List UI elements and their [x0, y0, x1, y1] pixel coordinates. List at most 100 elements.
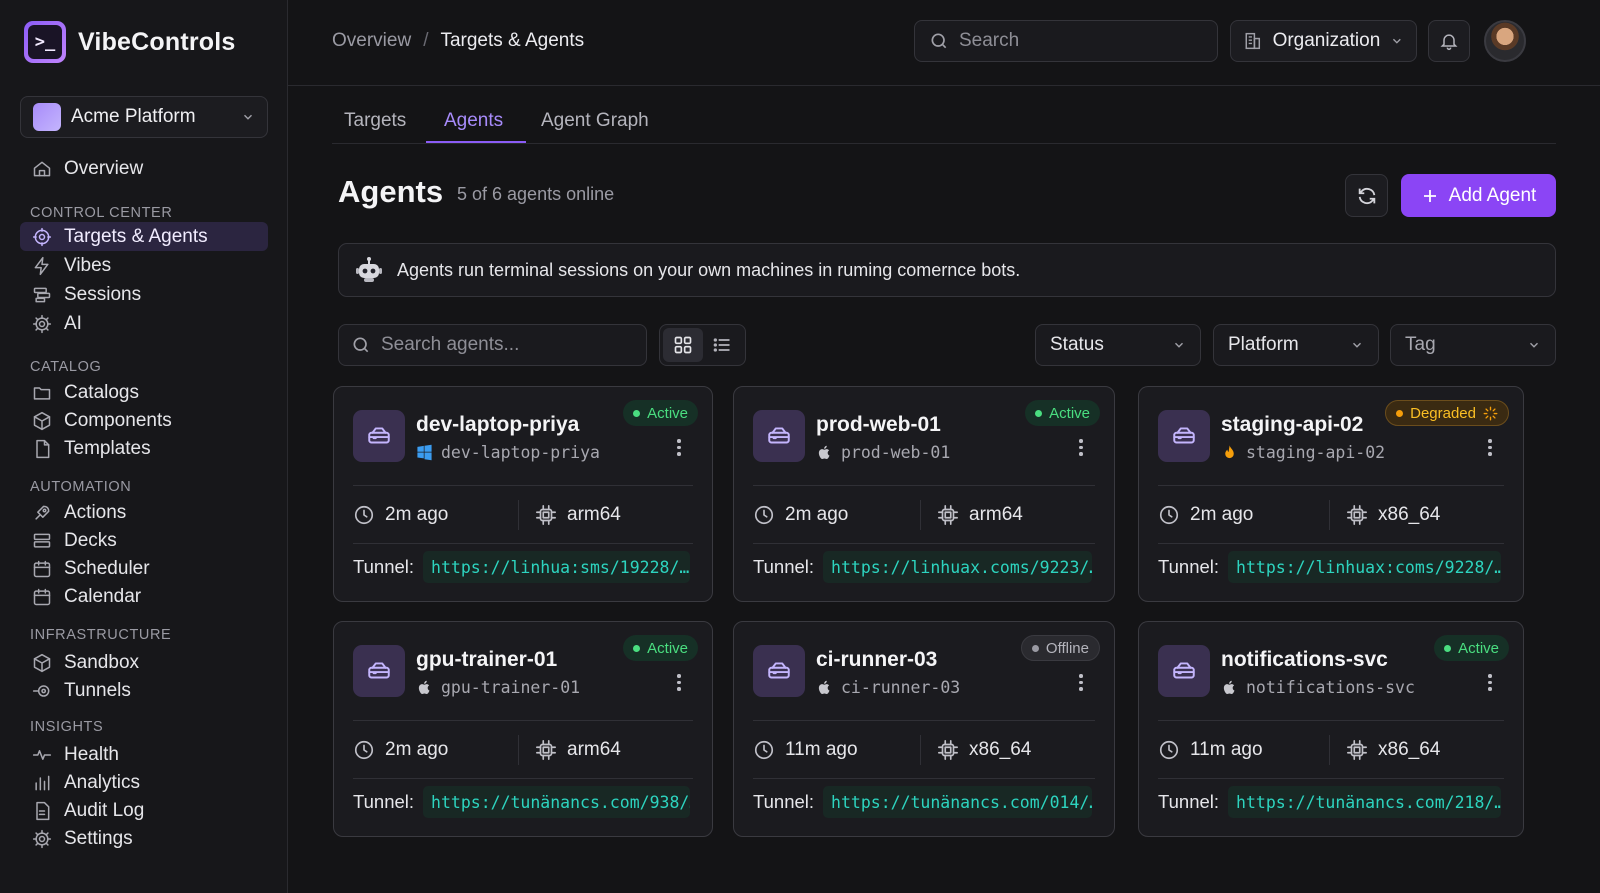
user-avatar[interactable]: [1484, 20, 1526, 62]
tunnel-url-link[interactable]: https://linhua:sms/19228/…: [423, 551, 691, 583]
notifications-button[interactable]: [1428, 20, 1470, 62]
folder-icon: [33, 386, 51, 400]
status-label: Active: [1049, 404, 1090, 422]
card-divider: [753, 778, 1095, 779]
tab-agents[interactable]: Agents: [444, 110, 503, 132]
add-agent-button[interactable]: Add Agent: [1401, 174, 1556, 217]
refresh-icon: [1358, 187, 1375, 204]
meta-divider: [920, 735, 921, 765]
sidebar-item-overview[interactable]: Overview: [20, 154, 268, 183]
sidebar-item-label: Templates: [64, 437, 151, 459]
workspace-switcher[interactable]: Acme Platform: [20, 96, 268, 138]
agent-card[interactable]: prod-web-01 prod-web-01 Active 2m ago ar…: [733, 386, 1115, 602]
cpu-icon: [938, 740, 958, 760]
agent-name[interactable]: gpu-trainer-01: [416, 648, 557, 672]
sidebar-item-scheduler[interactable]: Scheduler: [20, 554, 268, 583]
tunnel-url-link[interactable]: https://tunänancs.com/938/…: [423, 786, 691, 818]
agent-host: prod-web-01: [816, 443, 950, 462]
status-filter[interactable]: Status: [1035, 324, 1201, 366]
sidebar-item-sessions[interactable]: Sessions: [20, 280, 268, 309]
agent-card[interactable]: ci-runner-03 ci-runner-03 Offline 11m ag…: [733, 621, 1115, 837]
agent-card[interactable]: gpu-trainer-01 gpu-trainer-01 Active 2m …: [333, 621, 713, 837]
sidebar-item-decks[interactable]: Decks: [20, 526, 268, 555]
status-label: Active: [647, 404, 688, 422]
agent-name[interactable]: staging-api-02: [1221, 413, 1363, 437]
agent-hostname: dev-laptop-priya: [441, 443, 600, 462]
more-options-button[interactable]: [1487, 439, 1493, 456]
agent-hostname: gpu-trainer-01: [441, 678, 581, 697]
breadcrumb-overview[interactable]: Overview: [332, 30, 411, 52]
info-banner: Agents run terminal sessions on your own…: [338, 243, 1556, 297]
server-icon: [368, 427, 390, 444]
sidebar-item-calendar[interactable]: Calendar: [20, 582, 268, 611]
sidebar-item-sandbox[interactable]: Sandbox: [20, 648, 268, 677]
clock-icon: [754, 505, 774, 525]
more-options-button[interactable]: [1078, 439, 1084, 456]
sidebar-item-analytics[interactable]: Analytics: [20, 768, 268, 797]
agent-name[interactable]: dev-laptop-priya: [416, 413, 579, 437]
last-seen-value: 11m ago: [1190, 739, 1263, 760]
sidebar: >_ VibeControls Acme Platform Overview CO…: [0, 0, 288, 893]
more-options-button[interactable]: [1487, 674, 1493, 691]
tunnel-url-link[interactable]: https://tunänancs.com/014/…: [823, 786, 1093, 818]
sidebar-item-templates[interactable]: Templates: [20, 434, 268, 463]
agent-name[interactable]: ci-runner-03: [816, 648, 937, 672]
more-options-button[interactable]: [676, 674, 682, 691]
sidebar-item-catalogs[interactable]: Catalogs: [20, 378, 268, 407]
agent-host: staging-api-02: [1221, 443, 1385, 462]
sidebar-item-targets-agents[interactable]: Targets & Agents: [20, 222, 268, 251]
sidebar-item-label: Targets & Agents: [64, 225, 208, 247]
sidebar-item-health[interactable]: Health: [20, 740, 268, 769]
gear-icon-wrap: [32, 314, 52, 334]
agent-avatar: [1158, 645, 1210, 697]
robot-icon: [356, 257, 382, 282]
sidebar-item-label: Audit Log: [64, 799, 145, 821]
architecture: x86_64: [1346, 504, 1504, 526]
sidebar-item-components[interactable]: Components: [20, 406, 268, 435]
tunnel-url-link[interactable]: https://linhuax.coms/9223/…: [823, 551, 1093, 583]
tag-filter-label: Tag: [1405, 334, 1436, 355]
agent-search-placeholder: Search agents...: [381, 334, 520, 355]
grid-view-button[interactable]: [663, 328, 703, 362]
sidebar-item-audit-log[interactable]: Audit Log: [20, 796, 268, 825]
agent-card[interactable]: dev-laptop-priya dev-laptop-priya Active…: [333, 386, 713, 602]
more-options-button[interactable]: [1078, 674, 1084, 691]
cpu-icon: [536, 505, 556, 525]
agent-card[interactable]: staging-api-02 staging-api-02 Degraded 2…: [1138, 386, 1524, 602]
tunnel-url-link[interactable]: https://linhuax:coms/9228/…: [1228, 551, 1502, 583]
tab-targets[interactable]: Targets: [344, 110, 406, 132]
architecture: arm64: [937, 504, 1095, 526]
building-icon: [1245, 32, 1261, 50]
sidebar-item-label: Actions: [64, 501, 127, 523]
last-seen: 2m ago: [353, 739, 448, 761]
sidebar-item-settings[interactable]: Settings: [20, 824, 268, 853]
last-seen: 2m ago: [753, 504, 848, 526]
spinner-icon: [1483, 406, 1498, 420]
tunnel-url-link[interactable]: https://tunänancs.com/218/…: [1228, 786, 1502, 818]
organization-dropdown[interactable]: Organization: [1230, 20, 1417, 62]
clock-icon: [1159, 505, 1179, 525]
more-options-button[interactable]: [676, 439, 682, 456]
tag-filter[interactable]: Tag: [1390, 324, 1556, 366]
refresh-button[interactable]: [1345, 174, 1388, 217]
status-badge: Offline: [1020, 635, 1100, 661]
sidebar-item-label: Sessions: [64, 283, 142, 305]
tab-agent-graph[interactable]: Agent Graph: [541, 110, 649, 132]
agent-name[interactable]: notifications-svc: [1221, 648, 1388, 672]
list-view-button[interactable]: [703, 328, 743, 362]
sidebar-item-tunnels[interactable]: Tunnels: [20, 676, 268, 705]
brand[interactable]: >_ VibeControls: [24, 21, 236, 63]
sidebar-item-ai[interactable]: AI: [20, 309, 268, 338]
agent-search-input[interactable]: Search agents...: [338, 324, 647, 366]
status-label: Active: [1458, 639, 1499, 657]
sidebar-item-actions[interactable]: Actions: [20, 498, 268, 527]
card-divider: [1158, 543, 1504, 544]
chevron-down-icon: [1353, 342, 1361, 348]
global-search-input[interactable]: Search: [914, 20, 1218, 62]
clock-icon: [354, 505, 374, 525]
agent-name[interactable]: prod-web-01: [816, 413, 941, 437]
sidebar-item-vibes[interactable]: Vibes: [20, 251, 268, 280]
platform-filter[interactable]: Platform: [1213, 324, 1379, 366]
agent-card[interactable]: notifications-svc notifications-svc Acti…: [1138, 621, 1524, 837]
tunnel-label: Tunnel:: [1158, 556, 1220, 577]
